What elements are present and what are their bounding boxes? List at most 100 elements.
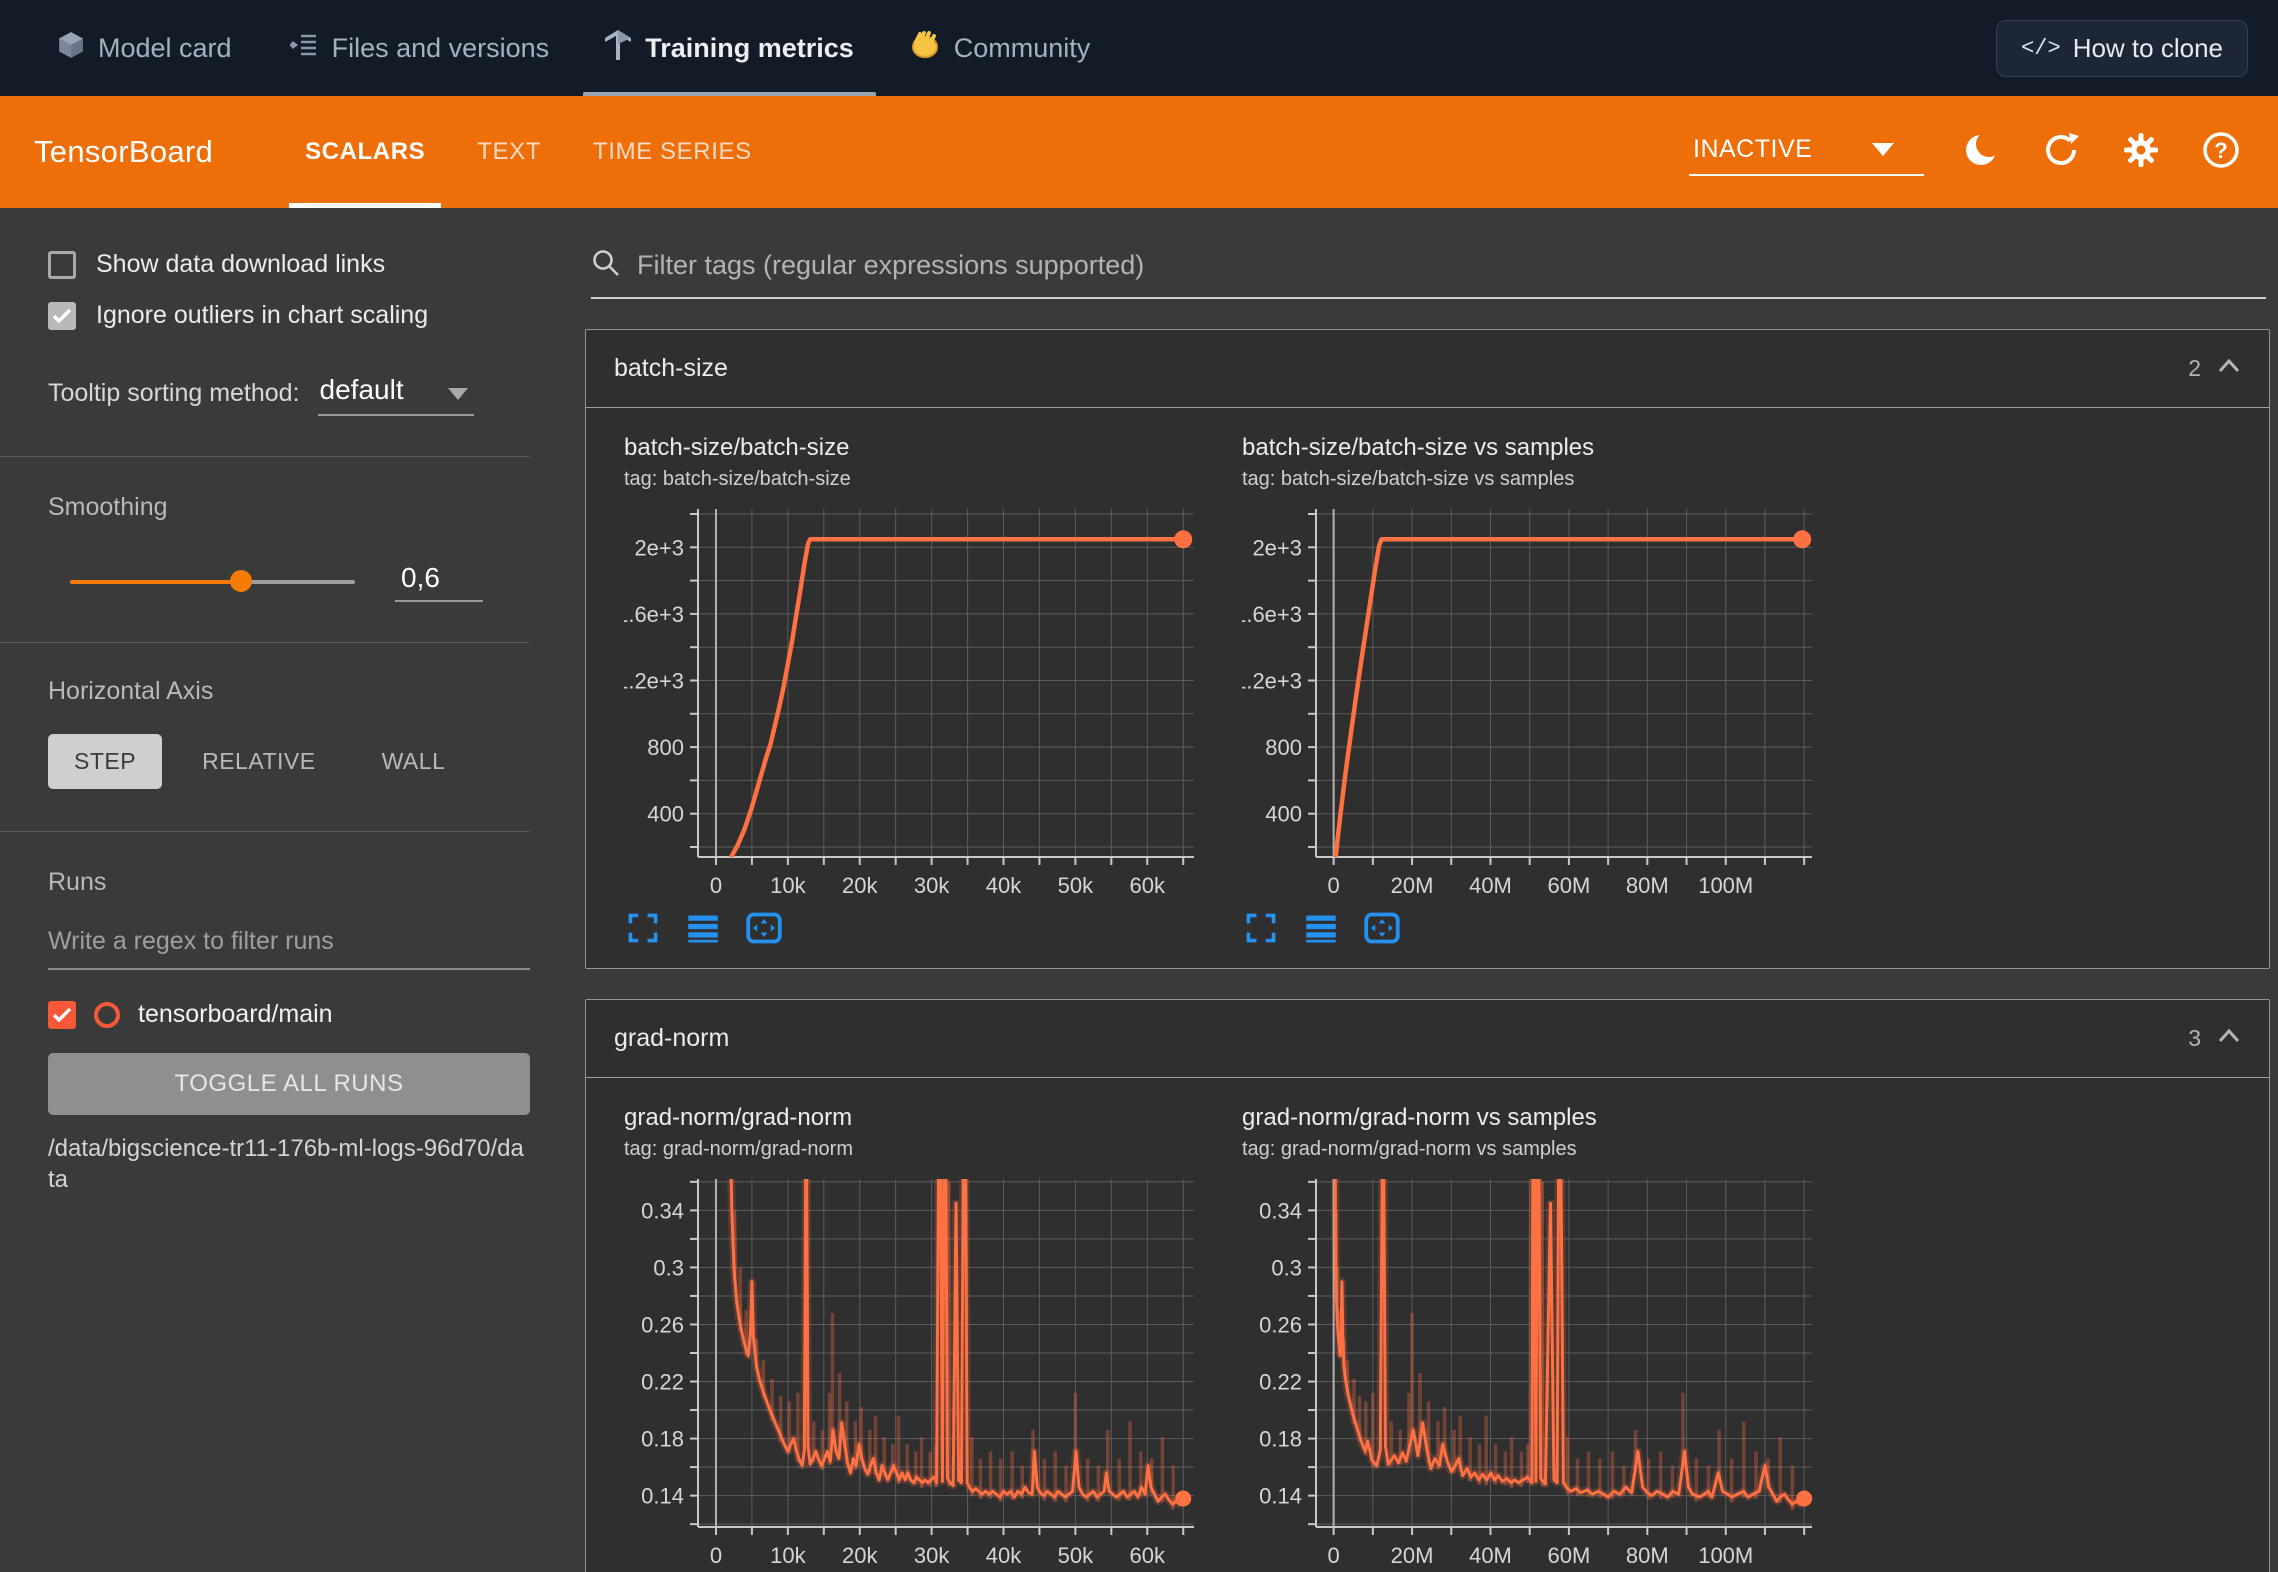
filter-tags-input[interactable] (637, 250, 2266, 281)
svg-text:40M: 40M (1469, 873, 1512, 898)
status-dropdown[interactable]: INACTIVE (1689, 129, 1924, 176)
section-title: batch-size (614, 354, 728, 383)
svg-text:40k: 40k (986, 1543, 1022, 1568)
svg-text:30k: 30k (914, 873, 950, 898)
horizontal-axis-label: Horizontal Axis (48, 677, 530, 706)
how-to-clone-button[interactable]: </> How to clone (1996, 20, 2248, 77)
chart-plot: 010k20k30k40k50k60k0.140.180.220.260.30.… (624, 1171, 1208, 1572)
section-header[interactable]: batch-size 2 (586, 330, 2269, 408)
fit-domain-icon[interactable] (1364, 912, 1398, 946)
tooltip-sorting-value: default (320, 374, 404, 406)
chevron-up-icon (2217, 1027, 2241, 1050)
tensorboard-header: TensorBoard SCALARS TEXT TIME SERIES INA… (0, 96, 2278, 208)
svg-text:80M: 80M (1626, 873, 1669, 898)
community-hand-icon (910, 30, 940, 67)
svg-text:20M: 20M (1391, 1543, 1434, 1568)
section-collapse-control[interactable]: 3 (2188, 1025, 2241, 1052)
svg-text:1.2e+3: 1.2e+3 (624, 669, 684, 694)
svg-text:0.22: 0.22 (1259, 1370, 1302, 1395)
smoothing-slider[interactable] (70, 579, 355, 585)
svg-text:2e+3: 2e+3 (1252, 535, 1302, 560)
svg-text:100M: 100M (1698, 873, 1753, 898)
checkbox-label: Ignore outliers in chart scaling (96, 301, 428, 330)
svg-text:50k: 50k (1058, 1543, 1094, 1568)
axis-wall-button[interactable]: WALL (356, 734, 472, 789)
fullscreen-icon[interactable] (1244, 912, 1278, 946)
run-name: tensorboard/main (138, 1000, 333, 1029)
tab-text[interactable]: TEXT (451, 96, 567, 208)
smoothing-value-input[interactable]: 0,6 (395, 562, 483, 602)
svg-text:10k: 10k (770, 1543, 806, 1568)
chevron-down-icon (448, 388, 468, 400)
svg-text:400: 400 (1265, 802, 1302, 827)
section-header[interactable]: grad-norm 3 (586, 1000, 2269, 1078)
tab-training-metrics[interactable]: Training metrics (577, 0, 882, 96)
settings-button[interactable] (2118, 129, 2164, 175)
runs-label: Runs (48, 868, 530, 897)
tab-files-and-versions[interactable]: Files and versions (260, 0, 578, 96)
chart-plot: 020M40M60M80M100M4008001.2e+31.6e+32e+3 (1242, 501, 1826, 910)
svg-text:0.18: 0.18 (641, 1427, 684, 1452)
tensorboard-header-actions: INACTIVE ? (1689, 129, 2244, 176)
svg-text:0.3: 0.3 (653, 1255, 684, 1280)
ignore-outliers-checkbox[interactable]: Ignore outliers in chart scaling (48, 301, 530, 330)
tooltip-sorting-select[interactable]: default (318, 374, 474, 416)
top-navbar: Model card Files and versions Training m… (0, 0, 2278, 96)
chevron-down-icon (1872, 143, 1894, 156)
run-color-swatch-icon[interactable] (94, 1002, 120, 1028)
runs-list-icon[interactable] (1304, 912, 1338, 946)
tensorboard-arrow-icon (605, 30, 631, 67)
run-checkbox-checked-icon[interactable] (48, 1001, 76, 1029)
tensorboard-logo: TensorBoard (34, 134, 213, 170)
toggle-all-runs-button[interactable]: TOGGLE ALL RUNS (48, 1053, 530, 1115)
model-card-icon (58, 31, 84, 66)
svg-text:1.2e+3: 1.2e+3 (1242, 669, 1302, 694)
chart-plot: 010k20k30k40k50k60k4008001.2e+31.6e+32e+… (624, 501, 1208, 910)
svg-text:400: 400 (647, 802, 684, 827)
svg-text:80M: 80M (1626, 1543, 1669, 1568)
runs-list-icon[interactable] (686, 912, 720, 946)
slider-thumb[interactable] (230, 570, 252, 592)
svg-text:60k: 60k (1130, 1543, 1166, 1568)
checkbox-checked-icon[interactable] (48, 302, 76, 330)
chart-grad-norm-vs-samples: grad-norm/grad-norm vs samples tag: grad… (1226, 1104, 1826, 1572)
svg-text:0.26: 0.26 (641, 1312, 684, 1337)
tab-scalars[interactable]: SCALARS (279, 96, 451, 208)
tab-label: Community (954, 33, 1091, 64)
svg-text:2e+3: 2e+3 (634, 535, 684, 560)
chevron-up-icon (2217, 357, 2241, 380)
dashboard-main: batch-size 2 batch-size/batch-size tag: … (565, 208, 2278, 1572)
chart-tag: tag: batch-size/batch-size (624, 468, 1208, 491)
gear-icon (2121, 130, 2161, 175)
svg-text:30k: 30k (914, 1543, 950, 1568)
axis-relative-button[interactable]: RELATIVE (176, 734, 342, 789)
content-area: Show data download links Ignore outliers… (0, 208, 2278, 1572)
section-collapse-control[interactable]: 2 (2188, 355, 2241, 382)
help-button[interactable]: ? (2198, 129, 2244, 175)
run-row-tensorboard-main[interactable]: tensorboard/main (48, 1000, 530, 1029)
moon-icon (1961, 130, 2001, 175)
chart-tag: tag: batch-size/batch-size vs samples (1242, 468, 1826, 491)
checkbox-unchecked-icon[interactable] (48, 251, 76, 279)
svg-text:20M: 20M (1391, 873, 1434, 898)
refresh-button[interactable] (2038, 129, 2084, 175)
svg-text:20k: 20k (842, 873, 878, 898)
fit-domain-icon[interactable] (746, 912, 780, 946)
tab-time-series[interactable]: TIME SERIES (567, 96, 778, 208)
show-download-links-checkbox[interactable]: Show data download links (48, 250, 530, 279)
chart-title: batch-size/batch-size (624, 434, 1208, 462)
svg-text:50k: 50k (1058, 873, 1094, 898)
runs-filter-input[interactable] (48, 897, 530, 970)
chart-plot: 020M40M60M80M100M0.140.180.220.260.30.34 (1242, 1171, 1826, 1572)
tab-label: Files and versions (332, 33, 550, 64)
chart-grad-norm-vs-steps: grad-norm/grad-norm tag: grad-norm/grad-… (608, 1104, 1208, 1572)
tab-community[interactable]: Community (882, 0, 1119, 96)
axis-step-button[interactable]: STEP (48, 734, 162, 789)
dark-mode-toggle[interactable] (1958, 129, 2004, 175)
svg-text:800: 800 (647, 735, 684, 760)
svg-text:100M: 100M (1698, 1543, 1753, 1568)
svg-text:0.34: 0.34 (641, 1198, 684, 1223)
refresh-icon (2041, 130, 2081, 175)
tab-model-card[interactable]: Model card (30, 0, 260, 96)
fullscreen-icon[interactable] (626, 912, 660, 946)
